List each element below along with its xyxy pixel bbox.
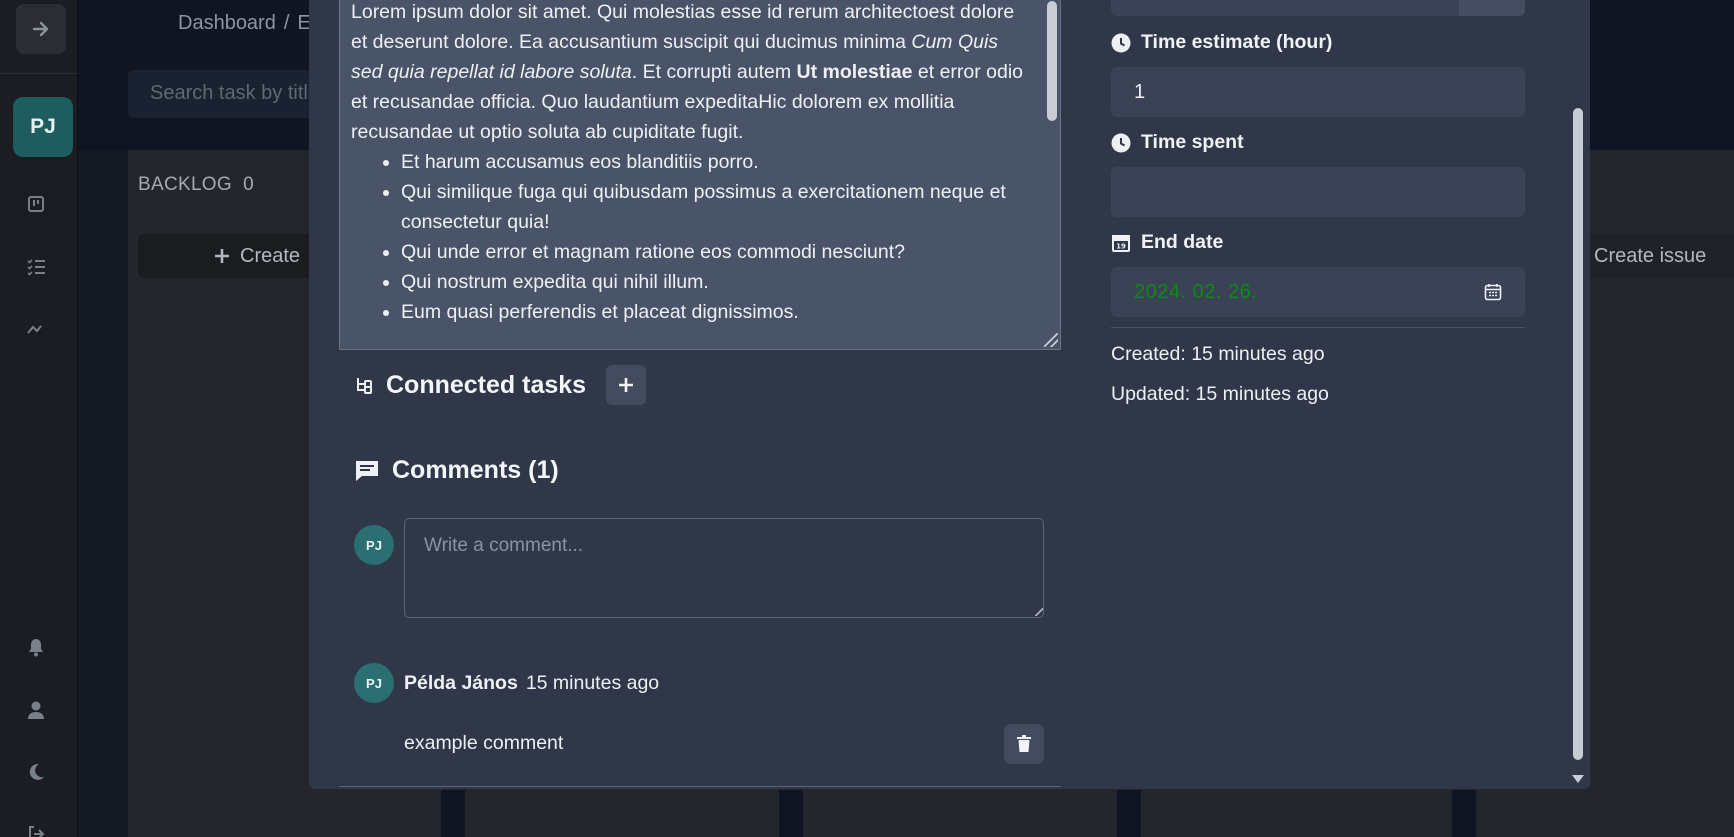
calendar-icon: 19 <box>1112 234 1130 252</box>
sidebar: PJ <box>0 0 78 837</box>
column-title-backlog: BACKLOG 0 <box>138 174 254 196</box>
create-issue-button[interactable]: Create <box>138 234 338 278</box>
task-detail-modal: Lorem ipsum dolor sit amet. Qui molestia… <box>309 0 1590 789</box>
comment-meta: Példa János 15 minutes ago <box>404 672 659 695</box>
time-estimate-label: Time estimate (hour) <box>1111 31 1332 54</box>
comments-header: Comments (1) <box>354 456 559 485</box>
bell-icon[interactable] <box>24 635 48 659</box>
logout-icon[interactable] <box>24 822 48 837</box>
activity-icon[interactable] <box>24 317 48 341</box>
column-divider <box>1452 790 1476 837</box>
hierarchy-icon <box>357 378 372 394</box>
description-editor[interactable]: Lorem ipsum dolor sit amet. Qui molestia… <box>339 0 1061 350</box>
comments-title: Comments (1) <box>392 456 559 484</box>
comment-time: 15 minutes ago <box>525 672 660 694</box>
updated-time: Updated: 15 minutes ago <box>1111 383 1329 405</box>
column-count: 0 <box>243 174 255 195</box>
column-divider <box>441 790 465 837</box>
connected-tasks-header: Connected tasks <box>354 365 647 405</box>
create-label: Create <box>240 244 301 267</box>
connected-tasks-title: Connected tasks <box>386 370 587 399</box>
delete-comment-button[interactable] <box>1004 724 1044 764</box>
create-issue-label: Create issue <box>1594 244 1707 267</box>
board-icon[interactable] <box>24 192 48 216</box>
end-date-input[interactable]: 2024. 02. 26. <box>1111 267 1525 317</box>
time-spent-label: Time spent <box>1111 131 1244 154</box>
description-list: Et harum accusamus eos blanditiis porro.… <box>351 147 1030 327</box>
description-scrollbar[interactable] <box>1047 1 1057 121</box>
svg-text:19: 19 <box>1116 242 1126 250</box>
sidebar-divider <box>0 73 78 74</box>
expand-sidebar-button[interactable] <box>16 4 66 54</box>
list-item: Qui similique fuga qui quibusdam possimu… <box>401 177 1030 237</box>
list-item: Et harum accusamus eos blanditiis porro. <box>401 147 1030 177</box>
list-item: Qui unde error et magnam ratione eos com… <box>401 237 1030 267</box>
scroll-down-arrow[interactable] <box>1572 775 1584 783</box>
moon-icon[interactable] <box>24 760 48 784</box>
avatar: PJ <box>354 525 394 565</box>
clock-icon <box>1111 133 1131 152</box>
comment-author: Példa János <box>404 672 518 694</box>
time-estimate-input[interactable] <box>1111 67 1525 117</box>
assignee-select[interactable] <box>1111 0 1525 16</box>
breadcrumb: Dashboard / E <box>178 12 311 35</box>
list-item: Qui nostrum expedita qui nihil illum. <box>401 267 1030 297</box>
list-icon[interactable] <box>24 255 48 279</box>
breadcrumb-root[interactable]: Dashboard <box>178 12 276 34</box>
select-button[interactable] <box>1459 0 1525 16</box>
comment-icon <box>356 460 378 481</box>
calendar-picker-icon[interactable] <box>1484 283 1502 301</box>
clock-icon <box>1111 33 1131 52</box>
time-spent-input[interactable] <box>1111 167 1525 217</box>
end-date-label: 19 End date <box>1111 231 1223 254</box>
trash-icon <box>1017 735 1031 752</box>
comment-input[interactable] <box>404 518 1044 618</box>
breadcrumb-separator: / <box>283 12 290 34</box>
comment-resize-handle[interactable] <box>1035 608 1043 616</box>
divider <box>339 786 1061 787</box>
add-connected-task-button[interactable] <box>606 365 647 405</box>
project-avatar[interactable]: PJ <box>13 97 73 157</box>
arrow-right-icon <box>32 21 49 37</box>
created-time: Created: 15 minutes ago <box>1111 343 1325 365</box>
user-icon[interactable] <box>24 698 48 722</box>
list-item: Eum quasi perferendis et placeat digniss… <box>401 297 1030 327</box>
resize-handle[interactable] <box>1044 333 1058 347</box>
comment-avatar: PJ <box>354 663 394 703</box>
plus-icon <box>619 378 634 392</box>
end-date-value: 2024. 02. 26. <box>1134 280 1258 303</box>
comment-text: example comment <box>404 732 564 754</box>
scrollbar-thumb[interactable] <box>1573 108 1583 760</box>
description-paragraph: Lorem ipsum dolor sit amet. Qui molestia… <box>351 1 1024 143</box>
divider <box>1111 327 1525 328</box>
column-divider <box>1117 790 1141 837</box>
plus-icon <box>215 249 229 263</box>
column-divider <box>779 790 803 837</box>
column-title: BACKLOG <box>138 174 232 195</box>
modal-scrollbar[interactable] <box>1570 0 1586 789</box>
